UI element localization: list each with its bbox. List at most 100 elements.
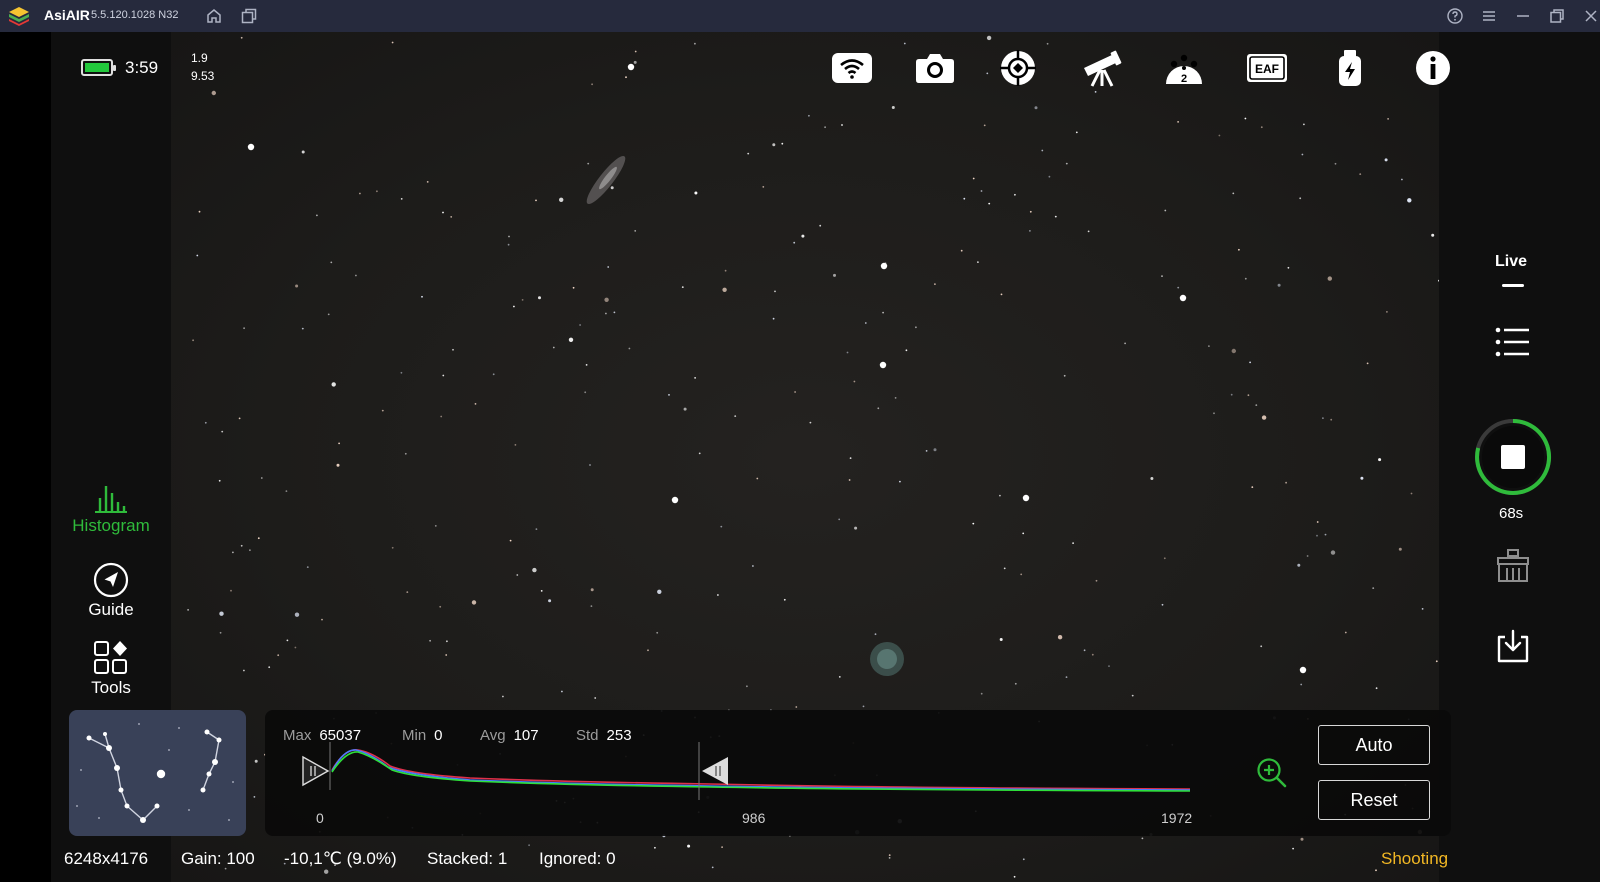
star <box>894 397 897 399</box>
star <box>1177 121 1179 123</box>
eaf-icon[interactable]: EAF <box>1246 48 1288 88</box>
star <box>838 676 841 678</box>
nav-histogram[interactable]: Histogram <box>51 484 171 536</box>
star <box>1277 283 1281 287</box>
info-icon[interactable] <box>1412 48 1454 88</box>
star <box>1299 197 1302 200</box>
star <box>1306 555 1309 557</box>
star <box>1386 311 1388 313</box>
star <box>972 177 975 180</box>
star <box>604 297 609 302</box>
white-point-slider[interactable] <box>702 757 728 785</box>
close-icon[interactable] <box>1582 7 1600 25</box>
star <box>1238 248 1240 251</box>
star <box>793 241 796 244</box>
star <box>1260 126 1263 129</box>
download-icon[interactable] <box>1495 628 1531 664</box>
star <box>474 403 477 405</box>
zoom-in-icon[interactable] <box>1256 757 1288 789</box>
power-usb-icon[interactable] <box>1329 48 1371 88</box>
star <box>421 295 423 298</box>
restore-icon[interactable] <box>1548 7 1566 25</box>
star <box>1163 557 1166 560</box>
star <box>286 639 289 642</box>
star <box>1083 649 1086 652</box>
star <box>1249 361 1251 364</box>
star <box>355 274 357 277</box>
star <box>338 442 340 445</box>
multi-window-icon[interactable] <box>240 7 258 25</box>
bright-star <box>879 361 887 369</box>
auto-stretch-button[interactable]: Auto <box>1318 725 1430 765</box>
bright-star <box>1179 294 1187 302</box>
star <box>240 36 243 39</box>
guide-scope-icon[interactable] <box>997 48 1039 88</box>
star <box>877 407 880 410</box>
star <box>772 143 776 147</box>
minimize-icon[interactable] <box>1514 7 1532 25</box>
star <box>391 41 394 44</box>
star <box>249 549 251 552</box>
nav-guide[interactable]: Guide <box>51 562 171 620</box>
star <box>1300 683 1303 686</box>
star <box>324 869 329 874</box>
black-point-slider[interactable] <box>302 755 330 787</box>
star <box>1297 563 1301 567</box>
telescope-icon[interactable] <box>1080 48 1122 88</box>
help-icon[interactable] <box>1446 7 1464 25</box>
star <box>838 518 841 521</box>
star <box>219 611 224 616</box>
star <box>1075 131 1078 134</box>
star <box>717 594 719 596</box>
star <box>406 591 409 593</box>
star <box>514 444 517 446</box>
star <box>257 537 260 540</box>
histogram-tick-0: 0 <box>316 810 324 826</box>
histogram-chart[interactable] <box>290 740 1215 812</box>
star <box>590 588 594 592</box>
star <box>321 618 323 621</box>
star <box>331 382 336 387</box>
calibration-icon[interactable] <box>1494 548 1532 584</box>
star <box>1316 521 1319 523</box>
star <box>634 50 637 53</box>
star <box>1150 477 1154 480</box>
star <box>746 685 748 688</box>
star <box>232 551 234 554</box>
star <box>888 854 891 856</box>
star <box>1014 682 1017 685</box>
star <box>1375 869 1377 872</box>
star <box>471 600 477 605</box>
filter-wheel-icon[interactable]: 2 <box>1163 48 1205 88</box>
home-icon[interactable] <box>205 7 223 25</box>
star <box>445 654 448 656</box>
star <box>1244 117 1247 120</box>
image-resolution: 6248x4176 <box>64 849 149 868</box>
sky-map-thumbnail[interactable] <box>69 710 246 836</box>
live-mode-label[interactable]: Live <box>1495 253 1527 271</box>
sensor-temperature: -10,1℃ (9.0%) <box>284 849 397 868</box>
star <box>1029 230 1031 232</box>
bright-star <box>880 262 888 270</box>
wifi-icon[interactable] <box>831 48 873 88</box>
stop-button[interactable] <box>1474 418 1552 496</box>
star <box>1330 550 1336 555</box>
star <box>607 266 610 268</box>
star <box>502 695 504 698</box>
title-bar: AsiAIR 5.5.120.1028 N32 <box>0 0 1600 32</box>
star <box>1251 486 1254 488</box>
ignored-count: Ignored: 0 <box>539 849 616 868</box>
battery-tip <box>113 65 116 71</box>
star <box>1232 192 1235 195</box>
star <box>988 202 991 205</box>
camera-gain: Gain: 100 <box>181 849 255 868</box>
reset-stretch-button[interactable]: Reset <box>1318 780 1430 820</box>
star <box>1091 653 1094 656</box>
star <box>925 450 928 452</box>
list-icon[interactable] <box>1495 326 1531 358</box>
camera-icon[interactable] <box>914 48 956 88</box>
nav-tools[interactable]: Tools <box>51 640 171 698</box>
star <box>579 324 581 326</box>
star <box>891 106 895 109</box>
menu-icon[interactable] <box>1480 7 1498 25</box>
